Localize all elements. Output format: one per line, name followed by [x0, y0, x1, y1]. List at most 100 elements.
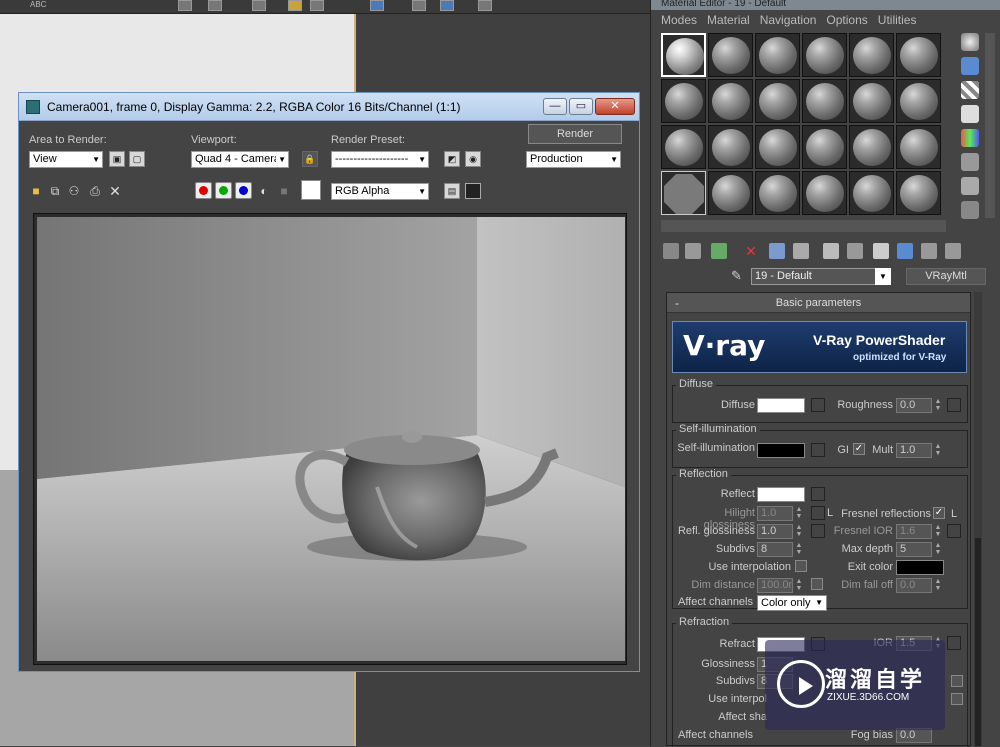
options-icon[interactable] [961, 177, 979, 195]
sample-slot[interactable] [661, 33, 706, 77]
sample-slot[interactable] [661, 125, 706, 169]
fresnel-ior-spinner[interactable]: 1.6 [896, 524, 932, 539]
sample-slot[interactable] [755, 33, 800, 77]
dim-distance-checkbox[interactable] [811, 578, 823, 590]
dim-distance-spinner[interactable]: 100.0n [757, 578, 793, 593]
spinner-arrows-icon[interactable]: ▲▼ [933, 542, 943, 557]
refl-glossiness-spinner[interactable]: 1.0 [757, 524, 793, 539]
affect-channels-dropdown[interactable]: Color only ▼ [757, 595, 827, 611]
fresnel-ior-map-button[interactable] [947, 524, 961, 538]
background-icon[interactable] [961, 81, 979, 99]
spinner-arrows-icon[interactable]: ▲▼ [794, 506, 804, 521]
menu-modes[interactable]: Modes [661, 10, 697, 30]
material-type-button[interactable]: VRayMtl [906, 268, 986, 285]
sample-slot[interactable] [896, 171, 941, 215]
dim-falloff-spinner[interactable]: 0.0 [896, 578, 932, 593]
close-button[interactable]: ✕ [595, 98, 635, 115]
put-to-scene-icon[interactable] [685, 243, 701, 259]
sample-slot[interactable] [849, 125, 894, 169]
sample-slot[interactable] [849, 171, 894, 215]
alpha-toggle-icon[interactable]: ◐ [257, 184, 271, 198]
assign-material-icon[interactable] [711, 243, 727, 259]
refr-option-checkbox[interactable] [951, 693, 963, 705]
maximize-button[interactable]: ▭ [569, 98, 593, 115]
select-by-material-icon[interactable] [961, 201, 979, 219]
copy-material-icon[interactable] [769, 243, 785, 259]
ior-map-button[interactable] [947, 636, 961, 650]
backlight-icon[interactable] [961, 57, 979, 75]
mult-spinner[interactable]: 1.0 [896, 443, 932, 458]
sample-slot[interactable] [849, 79, 894, 123]
toolbar-tool-icon[interactable] [478, 0, 492, 11]
fog-bias-spinner[interactable]: 0.0 [896, 728, 932, 743]
rollout-header[interactable]: Basic parameters [667, 293, 970, 313]
minimize-button[interactable]: — [543, 98, 567, 115]
put-to-library-icon[interactable] [823, 243, 839, 259]
hilight-glossiness-spinner[interactable]: 1.0 [757, 506, 793, 521]
clear-icon[interactable]: ✕ [108, 184, 122, 198]
fresnel-checkbox[interactable]: ✓ [933, 507, 945, 519]
sample-slot[interactable] [896, 125, 941, 169]
toolbar-render-icon[interactable] [440, 0, 454, 11]
go-to-parent-icon[interactable] [921, 243, 937, 259]
spinner-arrows-icon[interactable]: ▲▼ [794, 578, 804, 593]
rollout-scrollbar[interactable] [974, 292, 982, 746]
edit-region-icon[interactable]: ▣ [109, 151, 125, 167]
fresnel-lock[interactable]: L [949, 508, 959, 520]
render-setup-icon[interactable]: ◩ [444, 151, 460, 167]
diffuse-map-button[interactable] [811, 398, 825, 412]
toggle-ui-icon[interactable] [465, 183, 481, 199]
menu-options[interactable]: Options [826, 10, 867, 30]
collapse-icon[interactable]: - [675, 293, 679, 313]
auto-region-icon[interactable]: ▢ [129, 151, 145, 167]
render-button[interactable]: Render [528, 124, 622, 144]
toolbar-light-icon[interactable] [288, 0, 302, 11]
toolbar-tool-icon[interactable] [208, 0, 222, 11]
reflect-color-swatch[interactable] [757, 487, 805, 502]
chevron-down-icon[interactable]: ▼ [875, 268, 891, 285]
sample-slot[interactable] [755, 171, 800, 215]
spinner-arrows-icon[interactable]: ▲▼ [794, 542, 804, 557]
clone-frame-icon[interactable]: ⚇ [67, 184, 81, 198]
channel-display-dropdown[interactable]: RGB Alpha ▼ [331, 183, 429, 200]
slot-horizontal-scrollbar[interactable] [661, 220, 946, 232]
sample-slot[interactable] [896, 79, 941, 123]
use-interpolation-checkbox[interactable] [795, 560, 807, 572]
refr-option-checkbox[interactable] [951, 675, 963, 687]
menu-material[interactable]: Material [707, 10, 750, 30]
roughness-spinner[interactable]: 0.0 [896, 398, 932, 413]
sample-slot[interactable] [755, 125, 800, 169]
sample-slot[interactable] [708, 171, 753, 215]
color-swatch[interactable] [301, 180, 321, 200]
green-channel-toggle[interactable] [215, 182, 232, 199]
toolbar-tool-icon[interactable] [252, 0, 266, 11]
copy-image-icon[interactable]: ⧉ [48, 184, 62, 198]
spinner-arrows-icon[interactable]: ▲▼ [933, 524, 943, 539]
pick-material-icon[interactable]: ✎ [731, 268, 745, 284]
self-illum-map-button[interactable] [811, 443, 825, 457]
toolbar-tool-icon[interactable] [412, 0, 426, 11]
viewport-dropdown[interactable]: Quad 4 - Camera(▼ [191, 151, 289, 168]
slot-vertical-scrollbar[interactable] [985, 33, 995, 218]
production-dropdown[interactable]: Production ▼ [526, 151, 621, 168]
toolbar-selected-icon[interactable] [370, 0, 384, 11]
sample-slot[interactable] [708, 79, 753, 123]
show-map-icon[interactable] [873, 243, 889, 259]
sample-slot[interactable] [802, 79, 847, 123]
blue-channel-toggle[interactable] [235, 182, 252, 199]
sample-slot[interactable] [896, 33, 941, 77]
material-name-field[interactable]: 19 - Default [751, 268, 891, 285]
sample-slot[interactable] [802, 171, 847, 215]
sample-slot[interactable] [849, 33, 894, 77]
self-illum-color-swatch[interactable] [757, 443, 805, 458]
render-window-titlebar[interactable]: Camera001, frame 0, Display Gamma: 2.2, … [19, 93, 639, 121]
menu-utilities[interactable]: Utilities [878, 10, 917, 30]
sample-slot[interactable] [708, 33, 753, 77]
make-unique-icon[interactable] [793, 243, 809, 259]
rollout-scrollbar-thumb[interactable] [975, 538, 981, 746]
roughness-map-button[interactable] [947, 398, 961, 412]
uv-tiling-icon[interactable] [961, 105, 979, 123]
video-color-check-icon[interactable] [961, 129, 979, 147]
hilight-map-button[interactable] [811, 506, 825, 520]
sample-slot[interactable] [802, 33, 847, 77]
